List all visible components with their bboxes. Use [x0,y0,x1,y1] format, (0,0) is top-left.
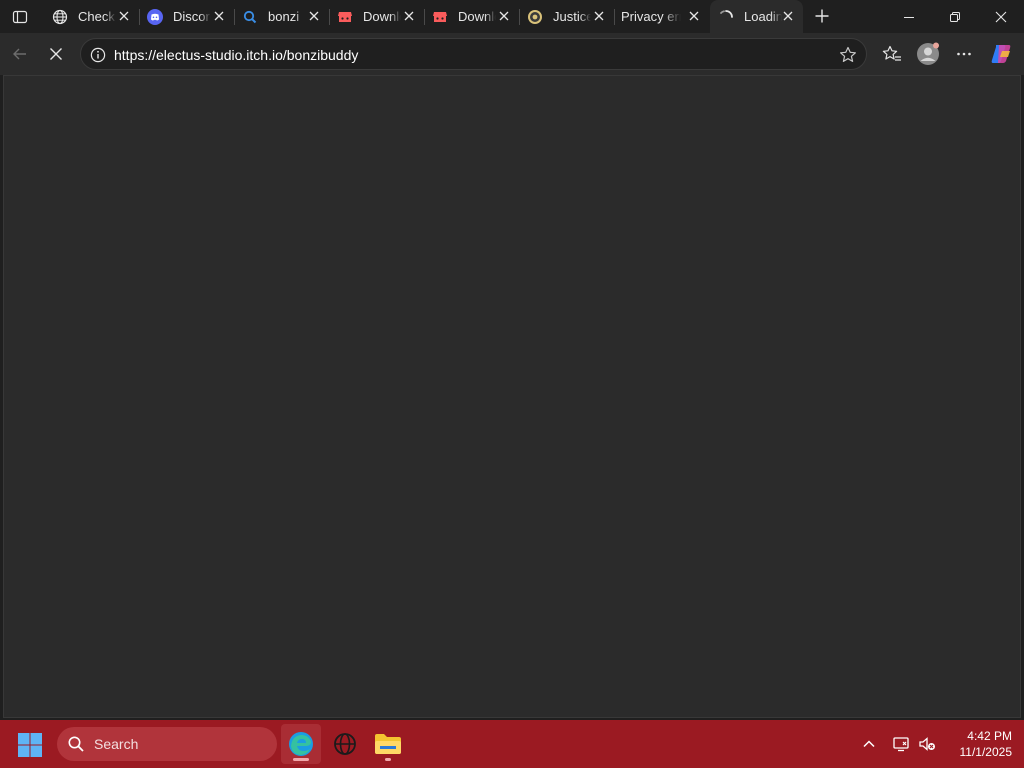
running-indicator [293,758,309,761]
search-icon [68,736,84,752]
profile-button[interactable] [914,40,942,68]
clock-time: 4:42 PM [967,729,1012,743]
network-status-button[interactable] [889,732,913,756]
close-icon[interactable] [687,9,701,23]
tab-label: Download [363,9,401,24]
close-icon[interactable] [402,9,416,23]
more-horizontal-icon [957,52,971,56]
plus-icon [815,9,829,23]
justice-icon [527,9,543,25]
tab-label: Check [78,9,115,24]
page-content [3,75,1021,718]
clock-date: 11/1/2025 [959,745,1013,759]
copilot-icon [991,45,1011,63]
favorite-star-icon[interactable] [838,45,858,65]
minimize-icon [904,16,914,18]
tab-label: Download [458,9,496,24]
system-clock[interactable]: 4:42 PM 11/1/2025 [942,728,1013,760]
tab-label: Loading [744,9,782,24]
windows-start-icon[interactable] [17,732,43,758]
restore-button[interactable] [932,0,978,33]
close-icon[interactable] [117,9,131,23]
browser-toolbar: https://electus-studio.itch.io/bonzibudd… [0,33,1024,75]
show-hidden-icons-button[interactable] [857,732,881,756]
tab-label: Justice [553,9,591,24]
url-text: https://electus-studio.itch.io/bonzibudd… [114,47,359,63]
discord-icon [147,8,163,25]
taskbar-app-file-explorer[interactable] [368,724,408,764]
restore-icon [950,11,960,22]
tab-label: Privacy error [621,9,681,24]
minimize-button[interactable] [886,0,932,33]
tab-label: Discord [173,9,211,24]
volume-muted-icon [919,737,935,751]
tab-actions-button[interactable] [6,4,34,30]
taskbar: Search 4:42 PM 11/1/2025 [0,720,1024,768]
stop-icon [50,48,62,60]
search-icon [242,9,258,25]
tab-actions-icon [12,10,28,24]
close-icon [995,11,1007,22]
tab-download-1[interactable]: Download [329,0,425,33]
taskbar-app-globe[interactable] [325,724,365,764]
tab-check[interactable]: Check [44,0,140,33]
file-explorer-icon [375,734,401,754]
itchio-icon [432,9,448,25]
tab-justice[interactable]: Justice [519,0,615,33]
edge-icon [289,732,313,756]
loading-spinner-icon [718,9,734,25]
volume-button[interactable] [915,732,939,756]
tab-bonzi[interactable]: bonzi [234,0,330,33]
site-info-icon[interactable] [90,47,106,63]
tab-download-2[interactable]: Download [424,0,520,33]
tab-strip: Check Discord bonzi Download Download [0,0,1024,33]
back-button[interactable] [6,40,34,68]
globe-icon [52,9,68,25]
taskbar-app-edge[interactable] [281,724,321,764]
stop-loading-button[interactable] [42,40,70,68]
copilot-button[interactable] [987,40,1015,68]
close-icon[interactable] [212,9,226,23]
address-bar[interactable]: https://electus-studio.itch.io/bonzibudd… [80,38,867,70]
running-indicator [385,758,391,761]
close-icon[interactable] [307,9,321,23]
tab-label: bonzi [268,9,300,24]
close-window-button[interactable] [978,0,1024,33]
back-arrow-icon [13,48,26,60]
close-icon[interactable] [592,9,606,23]
favorites-button[interactable] [878,40,906,68]
itchio-icon [337,9,353,25]
tab-discord[interactable]: Discord [139,0,235,33]
new-tab-button[interactable] [808,3,836,29]
settings-menu-button[interactable] [950,40,978,68]
globe-app-icon [334,733,356,755]
tab-loading[interactable]: Loading [710,0,803,33]
chevron-up-icon [863,740,875,748]
avatar [917,42,939,65]
taskbar-search-box[interactable]: Search [57,727,277,761]
close-icon[interactable] [497,9,511,23]
network-icon [893,737,909,752]
search-placeholder: Search [94,736,139,752]
close-icon[interactable] [781,9,795,23]
favorites-icon [882,45,901,61]
tab-privacy-error[interactable]: Privacy error [614,0,709,33]
